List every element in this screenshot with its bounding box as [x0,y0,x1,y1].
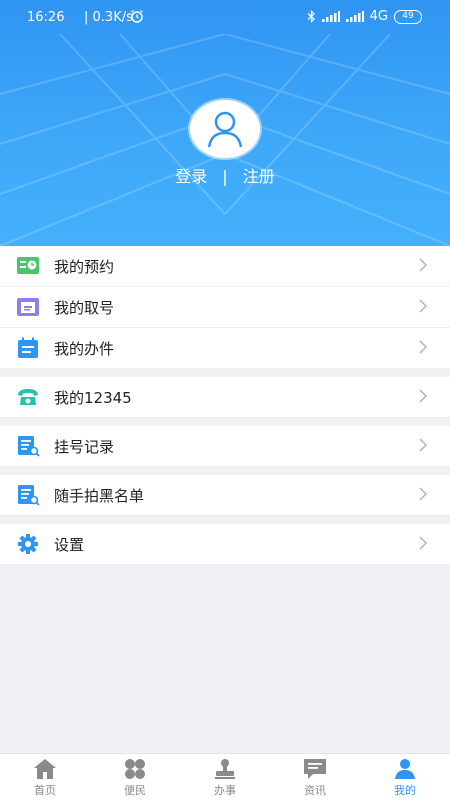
queue-ticket-icon [17,298,39,316]
home-icon [34,759,56,779]
menu-group-hotline: 我的12345 [0,377,450,418]
tab-news[interactable]: 资讯 [270,754,360,801]
menu-item-queue-number[interactable]: 我的取号 [0,287,450,328]
menu-divider [0,369,450,377]
network-type: 4G [369,9,388,24]
chevron-right-icon [419,299,428,313]
chevron-right-icon [419,340,428,354]
avatar[interactable] [190,100,260,158]
menu-group-settings: 设置 [0,524,450,565]
menu-label-my-affairs: 我的办件 [54,340,115,358]
bottom-tab-bar: 首页 便民 办事 资讯 我的 [0,753,450,801]
login-link[interactable]: 登录 [175,167,207,186]
menu-list: 我的预约 我的取号 我的办件 我的12345 挂号记录 随手拍黑名单 设置 [0,246,450,565]
stamp-icon [215,759,235,779]
chevron-right-icon [419,389,428,403]
status-bar: 16:26 | 0.3K/s 4G 49 [0,0,450,34]
signal-icon [321,11,340,22]
menu-item-settings[interactable]: 设置 [0,524,450,565]
message-icon [304,759,326,779]
tab-label-news: 资讯 [304,784,326,797]
chevron-right-icon [419,487,428,501]
chevron-right-icon [419,536,428,550]
tab-mine[interactable]: 我的 [360,754,450,801]
menu-item-12345[interactable]: 我的12345 [0,377,450,418]
auth-links: 登录 | 注册 [0,163,450,187]
menu-group-blacklist: 随手拍黑名单 [0,475,450,516]
gear-icon [18,534,38,554]
register-link[interactable]: 注册 [243,167,275,186]
tab-label-home: 首页 [34,784,56,797]
profile-header: 16:26 | 0.3K/s 4G 49 登录 | 注册 [0,0,450,246]
tab-label-convenience: 便民 [124,784,146,797]
menu-label-settings: 设置 [54,536,85,554]
menu-item-my-affairs[interactable]: 我的办件 [0,328,450,369]
user-icon [207,111,243,148]
menu-label-12345: 我的12345 [54,389,132,407]
menu-divider [0,467,450,475]
menu-group-services: 我的预约 我的取号 我的办件 [0,246,450,369]
menu-label-blacklist: 随手拍黑名单 [54,487,145,505]
tab-label-affairs: 办事 [214,784,236,797]
menu-divider [0,418,450,426]
bluetooth-icon [307,10,315,23]
appointment-icon [17,257,39,274]
status-right: 4G 49 [307,9,422,24]
chevron-right-icon [419,438,428,452]
menu-label-registration-records: 挂号记录 [54,438,115,456]
chevron-right-icon [419,258,428,272]
tab-home[interactable]: 首页 [0,754,90,801]
menu-divider [0,516,450,524]
person-icon [395,759,415,779]
document-search-icon [18,485,40,506]
tab-convenience[interactable]: 便民 [90,754,180,801]
status-speed: | 0.3K/s [84,10,133,25]
battery-icon: 49 [394,9,422,24]
menu-label-queue-number: 我的取号 [54,299,115,317]
menu-item-appointment[interactable]: 我的预约 [0,246,450,287]
menu-label-appointment: 我的预约 [54,258,115,276]
status-speed-value: 0.3K/s [92,10,133,25]
phone-icon [18,389,38,405]
tab-affairs[interactable]: 办事 [180,754,270,801]
battery-level: 49 [402,11,414,21]
menu-item-registration-records[interactable]: 挂号记录 [0,426,450,467]
document-search-icon [18,436,40,457]
tab-label-mine: 我的 [394,784,416,797]
alarm-icon [131,9,143,23]
auth-separator: | [222,167,228,186]
signal-icon-2 [345,11,364,22]
menu-group-registration: 挂号记录 [0,426,450,467]
menu-item-blacklist[interactable]: 随手拍黑名单 [0,475,450,516]
status-time: 16:26 [27,10,65,25]
clover-icon [125,759,145,779]
calendar-icon [18,337,38,358]
